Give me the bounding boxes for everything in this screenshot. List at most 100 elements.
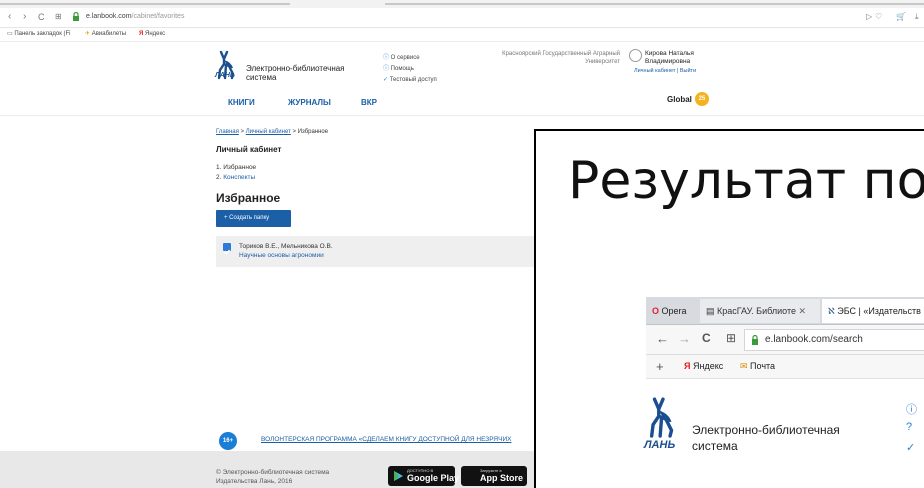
page-heading: Избранное [216,191,281,205]
overlay-bookmarks-bar: + Я Яндекс ✉ Почта [646,355,924,379]
bookmark-label: Яндекс [692,361,724,371]
menu-item-favorites[interactable]: 1. Избранное [216,163,256,173]
site-header: ЛАНЬ Электронно-библиотечная система ⓘ О… [0,42,924,116]
bookmark-label: Почта [750,361,776,371]
section-title: Личный кабинет [216,145,282,154]
reload-icon[interactable]: C [38,11,45,23]
trial-link[interactable]: ✓ Тестовый доступ [383,76,437,84]
opera-menu-button[interactable]: O Opera [646,299,698,323]
tab-krasgau[interactable]: ▤ КрасГАУ. Библиоте ✕ [700,299,820,323]
download-icon[interactable]: ⤓ [915,11,919,23]
speed-dial-icon[interactable]: ⊞ [726,331,736,345]
breadcrumb-current: Избранное [297,129,329,135]
volunteer-program-link[interactable]: ВОЛОНТЕРСКАЯ ПРОГРАММА «СДЕЛАЕМ КНИГУ ДО… [261,436,511,443]
bookmark-label: Яндекс [144,31,166,37]
favorite-item[interactable]: Ториков В.Е., Мельникова О.В. Научные ос… [216,236,546,267]
checkbox[interactable] [223,243,231,255]
global-label[interactable]: Global [667,95,692,104]
url-host: e.lanbook.com [86,13,132,20]
copyright: © Электронно-библиотечная система Издате… [216,468,329,486]
site-title-line2: система [246,73,277,82]
help-link[interactable]: ⓘ Помощь [383,65,414,73]
overlay-heading: Результат по [568,151,924,211]
menu-number: 1. [216,164,222,171]
overlay-address-bar: ← → C ⊞ e.lanbook.com/search [646,325,924,355]
favorite-authors: Ториков В.Е., Мельникова О.В. [239,243,333,250]
close-icon[interactable]: ✕ [798,306,806,316]
overlay-logo-text: ЛАНЬ [644,439,676,451]
help-link-label: Помощь [390,66,414,72]
breadcrumb-home[interactable]: Главная [216,129,239,135]
university-line2: Университет [585,59,620,65]
back-icon[interactable]: ‹ [8,11,11,23]
bookmark-label: Панель закладок (Fi [14,31,71,37]
breadcrumb-separator: > [240,129,245,135]
bookmark-yandex[interactable]: Я Яндекс [139,30,165,39]
cabinet-logout-links[interactable]: Личный кабинет | Выйти [634,68,696,74]
cabinet-menu: 1. Избранное 2. Конспекты [216,163,256,183]
app-store-label: App Store [480,473,524,483]
age-badge: 16+ [219,432,237,450]
about-link[interactable]: ⓘ О сервисе [383,54,420,62]
opera-tab-bar: O Opera ▤ КрасГАУ. Библиоте ✕ ℵ ЭБС | «И… [646,297,924,325]
breadcrumb-separator: > [292,129,297,135]
forward-icon[interactable]: › [23,11,26,23]
user-name: Кирова Наталья Владимировна [645,50,694,66]
add-icon[interactable]: + [656,359,664,374]
tab-label: ЭБС | «Издательств [837,306,921,316]
bookmark-folder[interactable]: ▭ Панель закладок (Fi [7,30,70,39]
bookmark-avia[interactable]: ✈ Авиабилеты [85,30,126,39]
breadcrumb-cabinet[interactable]: Личный кабинет [246,129,291,135]
overlay-url-text: e.lanbook.com/search [765,334,863,345]
reload-icon[interactable]: C [702,331,711,345]
check-icon[interactable]: ✓ [906,441,915,454]
url-text: e.lanbook.com/cabinet/favorites [86,12,184,22]
university-name: Красноярский Государственный Аграрный Ун… [450,50,620,66]
create-folder-label: + Создать папку [224,215,270,221]
create-folder-button[interactable]: + Создать папку [216,210,291,227]
app-store-button[interactable]: Загрузите в App Store [461,466,527,486]
menu-label: Конспекты [223,174,256,181]
overlay-site-title-line1: Электронно-библиотечная [692,423,840,437]
tab-ebs[interactable]: ℵ ЭБС | «Издательств [822,299,924,323]
lock-icon [752,335,758,345]
favorite-book-title[interactable]: Научные основы агрономии [239,252,324,259]
trial-link-label: Тестовый доступ [389,77,437,83]
bookmark-yandex[interactable]: Я Яндекс [684,361,723,371]
info-icon[interactable]: ⓘ [906,401,917,417]
overlay-url-field[interactable]: e.lanbook.com/search [744,329,924,351]
overlay-screenshot: Результат по O Opera ▤ КрасГАУ. Библиоте… [534,129,924,488]
back-icon[interactable]: ← [656,331,669,346]
menu-label: Избранное [223,164,257,171]
mail-icon: ✉ [740,361,751,371]
document-icon: ▤ [706,306,718,316]
nav-journals[interactable]: ЖУРНАЛЫ [288,98,331,107]
opera-label: Opera [661,306,687,316]
menu-item-notes[interactable]: 2. Конспекты [216,173,256,183]
lock-icon [73,12,79,21]
google-play-icon [394,471,403,481]
overlay-site-title-line2: система [692,439,738,453]
opera-icon: O [652,306,662,316]
address-bar[interactable]: e.lanbook.com/cabinet/favorites [72,10,892,26]
plane-icon: ✈ [85,31,92,37]
check-icon: ✓ [383,77,390,83]
doe-icon: ℵ [828,306,838,316]
nav-books[interactable]: КНИГИ [228,98,255,107]
copyright-line1: © Электронно-библиотечная система [216,469,330,476]
copyright-line2: Издательства Лань, 2016 [216,478,293,485]
forward-icon[interactable]: → [678,331,691,346]
university-line1: Красноярский Государственный Аграрный [502,51,620,57]
browser-tab-strip [0,0,924,8]
cart-icon[interactable]: 🛒 [896,11,906,23]
google-play-label: Google Play [407,473,460,483]
speed-dial-icon[interactable]: ⊞ [55,11,62,23]
help-icon[interactable]: ? [906,421,912,433]
google-play-button[interactable]: ДОСТУПНО В Google Play [388,466,459,486]
url-path: /cabinet/favorites [131,13,185,20]
doe-logo-icon [649,397,674,438]
bookmark-mail[interactable]: ✉ Почта [740,361,775,372]
nav-vkr[interactable]: ВКР [361,98,377,107]
tab-indicator [0,3,290,5]
user-name-line2: Владимировна [645,58,691,65]
